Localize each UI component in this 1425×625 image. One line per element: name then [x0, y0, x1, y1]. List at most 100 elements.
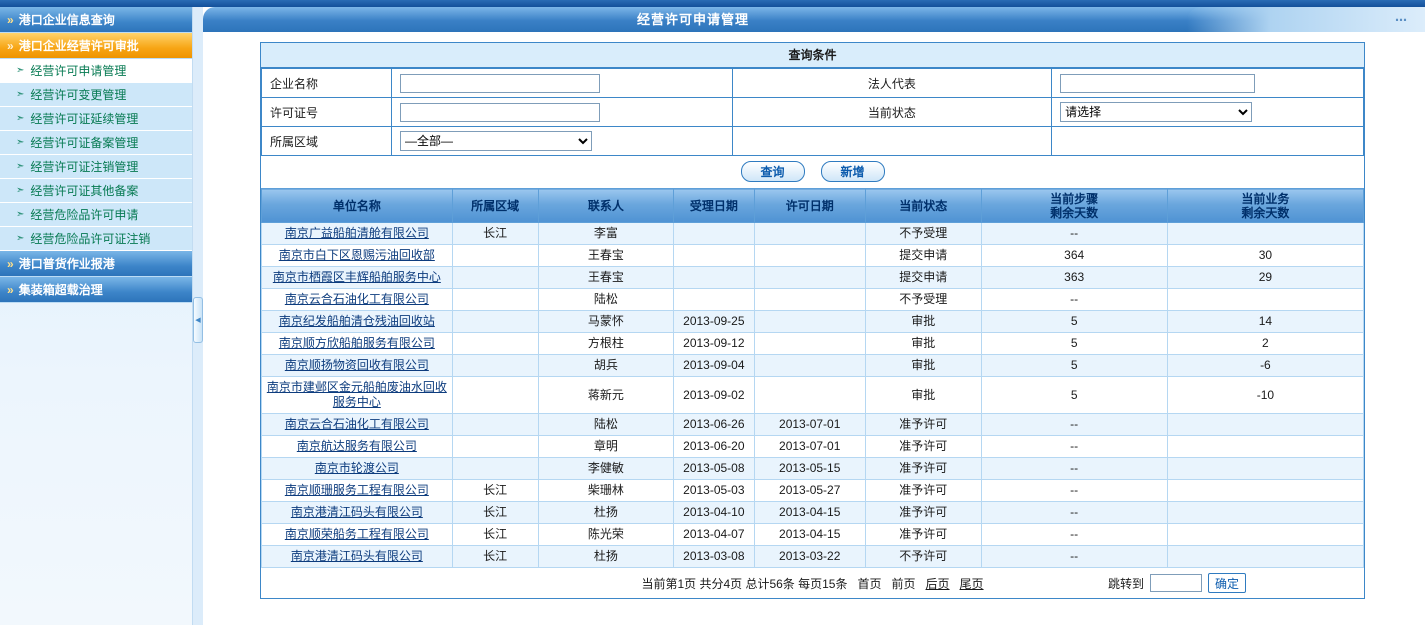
- legal-rep-label: 法人代表: [732, 69, 1052, 98]
- cell-step-days: --: [981, 289, 1167, 311]
- query-actions: 查询 新增: [261, 156, 1364, 188]
- sidebar-item[interactable]: ➣ 经营许可证延续管理: [0, 107, 192, 131]
- cell-contact: 章明: [538, 436, 674, 458]
- cell-region: 长江: [452, 223, 538, 245]
- company-link[interactable]: 南京顺扬物资回收有限公司: [285, 358, 429, 372]
- col-step-days: 当前步骤 剩余天数: [981, 189, 1167, 223]
- cell-region: [452, 267, 538, 289]
- cell-license-date: [754, 377, 865, 414]
- company-link[interactable]: 南京港清江码头有限公司: [291, 505, 423, 519]
- sidebar-item-label: 经营许可变更管理: [30, 86, 126, 103]
- cell-region: 长江: [452, 502, 538, 524]
- company-link[interactable]: 南京市轮渡公司: [315, 461, 399, 475]
- company-link[interactable]: 南京广益船舶清舱有限公司: [285, 226, 429, 240]
- sidebar-item-label: 经营危险品许可证注销: [30, 230, 150, 247]
- sidebar-item[interactable]: ➣ 经营危险品许可申请: [0, 203, 192, 227]
- cell-status: 准予许可: [865, 458, 981, 480]
- arrow-icon: »: [7, 283, 14, 297]
- table-row: 南京市白下区恩赐污油回收部 王春宝 提交申请 364 30: [262, 245, 1364, 267]
- cell-biz-days: [1167, 480, 1363, 502]
- sidebar-item[interactable]: ➣ 经营许可证注销管理: [0, 155, 192, 179]
- sidebar-item[interactable]: ➣ 经营许可证其他备案: [0, 179, 192, 203]
- add-button[interactable]: 新增: [821, 161, 885, 182]
- cell-status: 准予许可: [865, 414, 981, 436]
- cell-accept-date: 2013-04-10: [674, 502, 754, 524]
- company-link[interactable]: 南京市白下区恩赐污油回收部: [279, 248, 435, 262]
- sidebar-item[interactable]: ➣ 经营危险品许可证注销: [0, 227, 192, 251]
- cell-biz-days: [1167, 414, 1363, 436]
- table-row: 南京云合石油化工有限公司 陆松 2013-06-26 2013-07-01 准予…: [262, 414, 1364, 436]
- col-contact: 联系人: [538, 189, 674, 223]
- status-select[interactable]: 请选择: [1060, 102, 1252, 122]
- company-name-input[interactable]: [400, 74, 600, 93]
- sidebar-item-label: 集装箱超载治理: [19, 281, 103, 298]
- cell-status: 不予受理: [865, 223, 981, 245]
- sidebar-item-label: 经营许可证备案管理: [30, 134, 138, 151]
- top-strip: [0, 0, 1425, 7]
- first-page-link[interactable]: 首页: [857, 575, 881, 592]
- sidebar-item-label: 经营许可申请管理: [30, 62, 126, 79]
- cell-license-date: 2013-07-01: [754, 436, 865, 458]
- sidebar-collapse-handle[interactable]: ◀: [193, 297, 203, 343]
- cell-region: 长江: [452, 480, 538, 502]
- company-link[interactable]: 南京市栖霞区丰辉船舶服务中心: [273, 270, 441, 284]
- last-page-link[interactable]: 尾页: [960, 575, 984, 592]
- cell-accept-date: 2013-09-02: [674, 377, 754, 414]
- cell-accept-date: [674, 223, 754, 245]
- company-link[interactable]: 南京纪发船舶清仓残油回收站: [279, 314, 435, 328]
- cell-accept-date: 2013-09-12: [674, 333, 754, 355]
- content-panel: 查询条件 企业名称 法人代表 许可证号 当前状态: [260, 42, 1365, 599]
- company-link[interactable]: 南京市建邺区金元船舶废油水回收服务中心: [267, 380, 447, 409]
- company-link[interactable]: 南京顺荣船务工程有限公司: [285, 527, 429, 541]
- app-frame: » 港口企业信息查询 » 港口企业经营许可审批 ➣ 经营许可申请管理 ➣ 经营许…: [0, 7, 1425, 625]
- sidebar-item[interactable]: » 港口普货作业报港: [0, 251, 192, 277]
- license-no-input[interactable]: [400, 103, 600, 122]
- sidebar-item[interactable]: ➣ 经营许可变更管理: [0, 83, 192, 107]
- cell-accept-date: [674, 289, 754, 311]
- cell-license-date: 2013-05-15: [754, 458, 865, 480]
- cell-contact: 蒋新元: [538, 377, 674, 414]
- sidebar-item[interactable]: » 港口企业经营许可审批: [0, 33, 192, 59]
- table-row: 南京港清江码头有限公司 长江 杜扬 2013-03-08 2013-03-22 …: [262, 546, 1364, 568]
- region-select[interactable]: —全部—: [400, 131, 592, 151]
- sidebar-item-label: 经营许可证延续管理: [30, 110, 138, 127]
- cell-status: 不予许可: [865, 546, 981, 568]
- sidebar-item[interactable]: ➣ 经营许可申请管理: [0, 59, 192, 83]
- table-row: 南京广益船舶清舱有限公司 长江 李富 不予受理 --: [262, 223, 1364, 245]
- company-link[interactable]: 南京航达服务有限公司: [297, 439, 417, 453]
- cell-step-days: 5: [981, 355, 1167, 377]
- jump-confirm-button[interactable]: 确定: [1208, 573, 1246, 593]
- cell-status: 提交申请: [865, 245, 981, 267]
- company-link[interactable]: 南京云合石油化工有限公司: [285, 292, 429, 306]
- cell-status: 准予许可: [865, 524, 981, 546]
- query-form: 企业名称 法人代表 许可证号 当前状态 请选择: [261, 68, 1364, 156]
- cell-contact: 李健敏: [538, 458, 674, 480]
- cell-status: 审批: [865, 333, 981, 355]
- results-table: 单位名称 所属区域 联系人 受理日期 许可日期 当前状态 当前步骤 剩余天数 当…: [261, 188, 1364, 568]
- sidebar-item[interactable]: » 集装箱超载治理: [0, 277, 192, 303]
- collapse-arrow-icon: ◀: [195, 316, 200, 324]
- query-section-title: 查询条件: [261, 43, 1364, 68]
- cell-contact: 陆松: [538, 414, 674, 436]
- cell-contact: 王春宝: [538, 245, 674, 267]
- company-link[interactable]: 南京云合石油化工有限公司: [285, 417, 429, 431]
- sidebar-item[interactable]: » 港口企业信息查询: [0, 7, 192, 33]
- cell-step-days: --: [981, 502, 1167, 524]
- legal-rep-input[interactable]: [1060, 74, 1255, 93]
- table-row: 南京顺珊服务工程有限公司 长江 柴珊林 2013-05-03 2013-05-2…: [262, 480, 1364, 502]
- company-link[interactable]: 南京港清江码头有限公司: [291, 549, 423, 563]
- sidebar-item[interactable]: ➣ 经营许可证备案管理: [0, 131, 192, 155]
- cell-biz-days: -10: [1167, 377, 1363, 414]
- prev-page-link[interactable]: 前页: [892, 575, 916, 592]
- next-page-link[interactable]: 后页: [926, 575, 950, 592]
- col-biz-days: 当前业务 剩余天数: [1167, 189, 1363, 223]
- search-button[interactable]: 查询: [741, 161, 805, 182]
- company-link[interactable]: 南京顺方欣船舶服务有限公司: [279, 336, 435, 350]
- jump-page-input[interactable]: [1150, 574, 1202, 592]
- cell-region: [452, 333, 538, 355]
- table-row: 南京云合石油化工有限公司 陆松 不予受理 --: [262, 289, 1364, 311]
- company-link[interactable]: 南京顺珊服务工程有限公司: [285, 483, 429, 497]
- cell-status: 不予受理: [865, 289, 981, 311]
- sidebar-item-label: 港口企业经营许可审批: [19, 37, 139, 54]
- table-row: 南京顺荣船务工程有限公司 长江 陈光荣 2013-04-07 2013-04-1…: [262, 524, 1364, 546]
